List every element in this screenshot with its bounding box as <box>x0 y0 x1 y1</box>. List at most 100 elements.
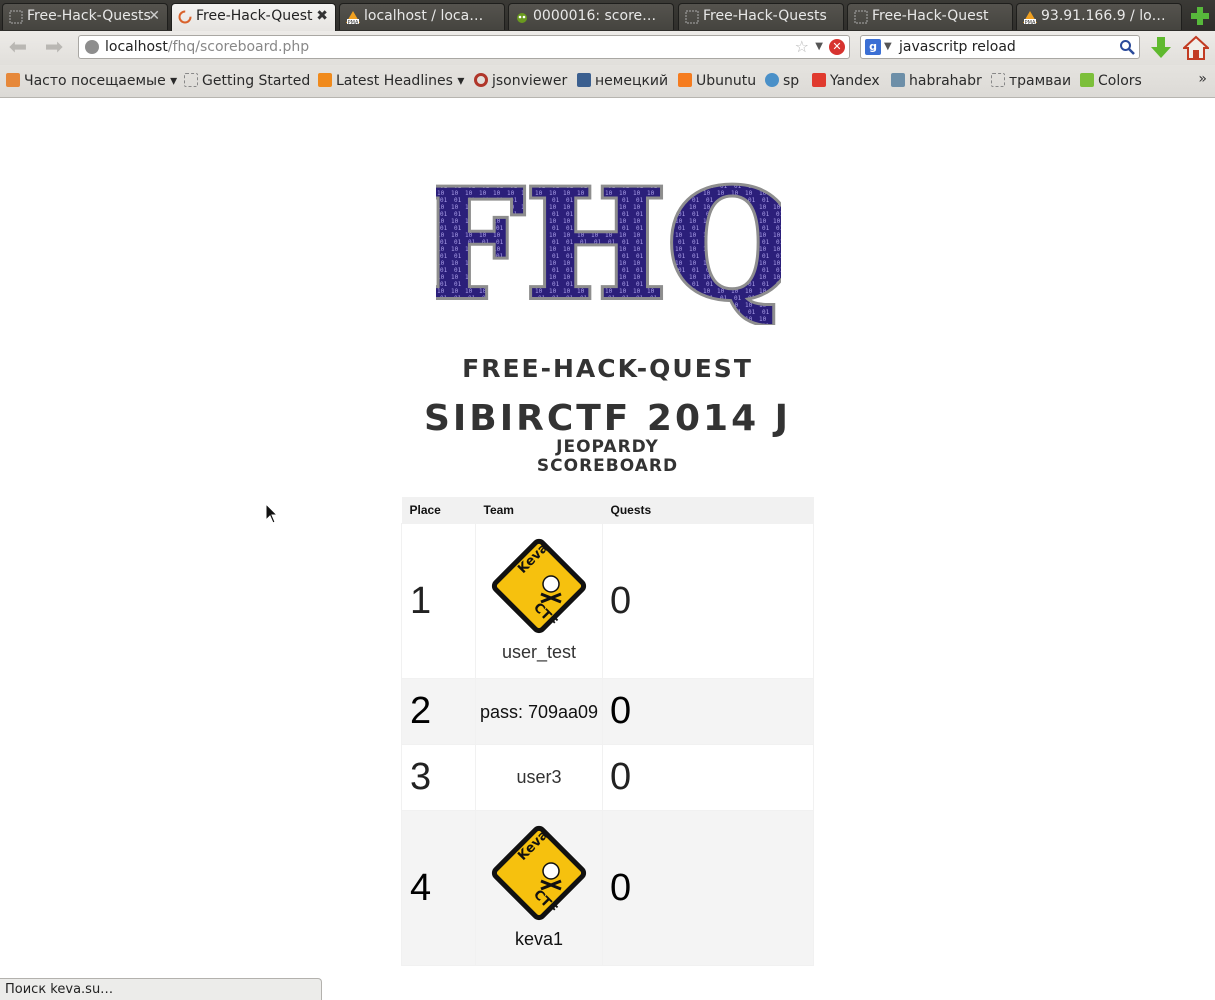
tab-mantis[interactable]: 0000016: score… <box>508 3 674 30</box>
back-arrow-icon[interactable]: ⬅ <box>6 37 30 59</box>
bookmark-ubunutu[interactable]: Ubunutu <box>678 72 756 90</box>
quests-cell: 0 <box>602 744 814 811</box>
history-dropdown-icon[interactable]: ▼ <box>815 36 823 58</box>
stop-icon[interactable]: ✕ <box>829 39 845 55</box>
bookmark-label: Colors <box>1098 73 1142 89</box>
table-row: 1 Keva CTF user_test 0 <box>401 523 814 679</box>
place-cell: 3 <box>401 744 476 811</box>
page-icon <box>184 73 198 87</box>
bookmark-sp[interactable]: sp <box>765 72 799 90</box>
google-icon[interactable]: g <box>865 39 881 55</box>
tab-free-hack-quests-2[interactable]: Free-Hack-Quests <box>678 3 844 30</box>
table-header: Place Team Quests <box>401 497 814 524</box>
bookmark-jsonviewer[interactable]: jsonviewer <box>474 72 567 90</box>
quests-cell: 0 <box>602 523 814 679</box>
search-input[interactable]: javascritp reload <box>899 39 1016 55</box>
bookmark-latest-headlines[interactable]: Latest Headlines ▾ <box>318 72 464 90</box>
scoreboard-table: Place Team Quests 1 Keva CTF user_test 0… <box>401 497 814 966</box>
header-team: Team <box>475 497 603 524</box>
team-name: pass: 709aa09 <box>479 701 599 722</box>
close-icon[interactable]: ✕ <box>148 4 160 29</box>
tab-free-hack-quest-2[interactable]: Free-Hack-Quest <box>847 3 1013 30</box>
quests-cell: 0 <box>602 810 814 966</box>
tab-label: Free-Hack-Quest <box>196 8 313 24</box>
tab-strip: Free-Hack-Quests ✕ Free-Hack-Quest ✖ PMA… <box>0 0 1215 31</box>
svg-text:FHQ: FHQ <box>436 175 781 325</box>
yandex-icon <box>812 73 826 87</box>
loading-icon <box>178 10 192 24</box>
jsonviewer-icon <box>474 73 488 87</box>
keva-ctf-logo: Keva CTF <box>491 538 587 633</box>
download-arrow-icon[interactable] <box>1150 36 1172 60</box>
bookmark-habrahabr[interactable]: habrahabr <box>891 72 982 90</box>
place-cell: 2 <box>401 678 476 745</box>
bookmark-colors[interactable]: Colors <box>1080 72 1142 90</box>
tab-free-hack-quest-active[interactable]: Free-Hack-Quest ✖ <box>171 3 336 31</box>
navigation-toolbar: ⬅ ➡ localhost/fhq/scoreboard.php ☆ ▼ ✕ g… <box>0 31 1215 65</box>
bookmark-nemetsky[interactable]: немецкий <box>577 72 668 90</box>
bookmark-getting-started[interactable]: Getting Started <box>184 72 310 90</box>
page-subtitle: JEOPARDY SCOREBOARD <box>0 438 1215 476</box>
bookmark-yandex[interactable]: Yandex <box>812 72 880 90</box>
habr-icon <box>891 73 905 87</box>
bookmark-label: jsonviewer <box>492 73 568 89</box>
keva-ctf-logo: Keva CTF <box>491 825 587 920</box>
new-tab-plus-icon[interactable] <box>1189 5 1211 27</box>
subtitle-jeopardy: JEOPARDY <box>556 437 659 457</box>
address-bar[interactable]: localhost/fhq/scoreboard.php ☆ ▼ ✕ <box>78 35 850 59</box>
bookmark-label: Latest Headlines ▾ <box>336 73 465 89</box>
phpmyadmin-icon: PMA <box>346 11 360 25</box>
fhq-logo: 10 01 FHQ <box>436 175 781 325</box>
team-cell: Keva CTF user_test <box>475 523 603 679</box>
bookmark-label: немецкий <box>595 73 669 89</box>
magnifier-icon[interactable] <box>1119 39 1135 55</box>
tab-localhost[interactable]: PMA localhost / loca… <box>339 3 505 30</box>
chevron-right-icon[interactable]: » <box>1198 71 1207 87</box>
table-row: 4 Keva CTF keva1 0 <box>401 810 814 966</box>
header-place: Place <box>401 497 476 524</box>
team-cell: Keva CTF keva1 <box>475 810 603 966</box>
tab-label: Free-Hack-Quests <box>703 8 827 24</box>
quests-cell: 0 <box>602 678 814 745</box>
header-quests: Quests <box>602 497 814 524</box>
team-cell: user3 <box>475 744 603 811</box>
page-icon <box>991 73 1005 87</box>
subtitle-scoreboard: SCOREBOARD <box>536 456 679 476</box>
team-name: user3 <box>516 767 562 787</box>
svg-text:PMA: PMA <box>1025 20 1036 25</box>
vk-icon <box>577 73 591 87</box>
mouse-cursor-icon <box>265 503 279 524</box>
tab-label: Free-Hack-Quests <box>27 8 151 24</box>
bookmark-label: Yandex <box>830 73 880 89</box>
bookmark-label: Getting Started <box>202 73 311 89</box>
bookmark-label: Ubunutu <box>696 73 757 89</box>
page-icon <box>9 10 23 24</box>
bookmark-label: трамваи <box>1009 73 1072 89</box>
forward-arrow-icon[interactable]: ➡ <box>42 37 66 59</box>
event-title: SIBIRCTF 2014 J <box>423 398 792 439</box>
search-bar[interactable]: g ▼ javascritp reload <box>860 35 1140 59</box>
engine-dropdown-icon[interactable]: ▼ <box>884 36 892 58</box>
svg-text:PMA: PMA <box>348 20 359 25</box>
colors-icon <box>1080 73 1094 87</box>
status-bar: Поиск keva.su… <box>0 978 322 1000</box>
url-host: localhost <box>105 39 168 55</box>
team-cell: pass: 709aa09 <box>475 678 603 745</box>
table-row: 2 pass: 709aa09 0 <box>401 678 814 745</box>
tab-phpmyadmin-remote[interactable]: PMA 93.91.166.9 / lo… <box>1016 3 1182 30</box>
globe-icon <box>85 40 99 54</box>
page-icon <box>854 10 868 24</box>
bookmark-tramvai[interactable]: трамваи <box>991 72 1071 90</box>
bookmark-most-visited[interactable]: Часто посещаемые ▾ <box>6 72 177 90</box>
blogger-icon <box>678 73 692 87</box>
tab-label: Free-Hack-Quest <box>872 8 989 24</box>
tab-label: 93.91.166.9 / lo… <box>1041 8 1166 24</box>
tab-free-hack-quests-1[interactable]: Free-Hack-Quests ✕ <box>2 3 168 30</box>
close-icon[interactable]: ✖ <box>316 4 328 29</box>
bookmark-label: Часто посещаемые ▾ <box>24 73 178 89</box>
place-cell: 4 <box>401 810 476 966</box>
phpmyadmin-icon: PMA <box>1023 11 1037 25</box>
bookmark-star-icon[interactable]: ☆ <box>795 36 809 58</box>
most-visited-icon <box>6 73 20 87</box>
home-icon[interactable] <box>1183 35 1209 61</box>
